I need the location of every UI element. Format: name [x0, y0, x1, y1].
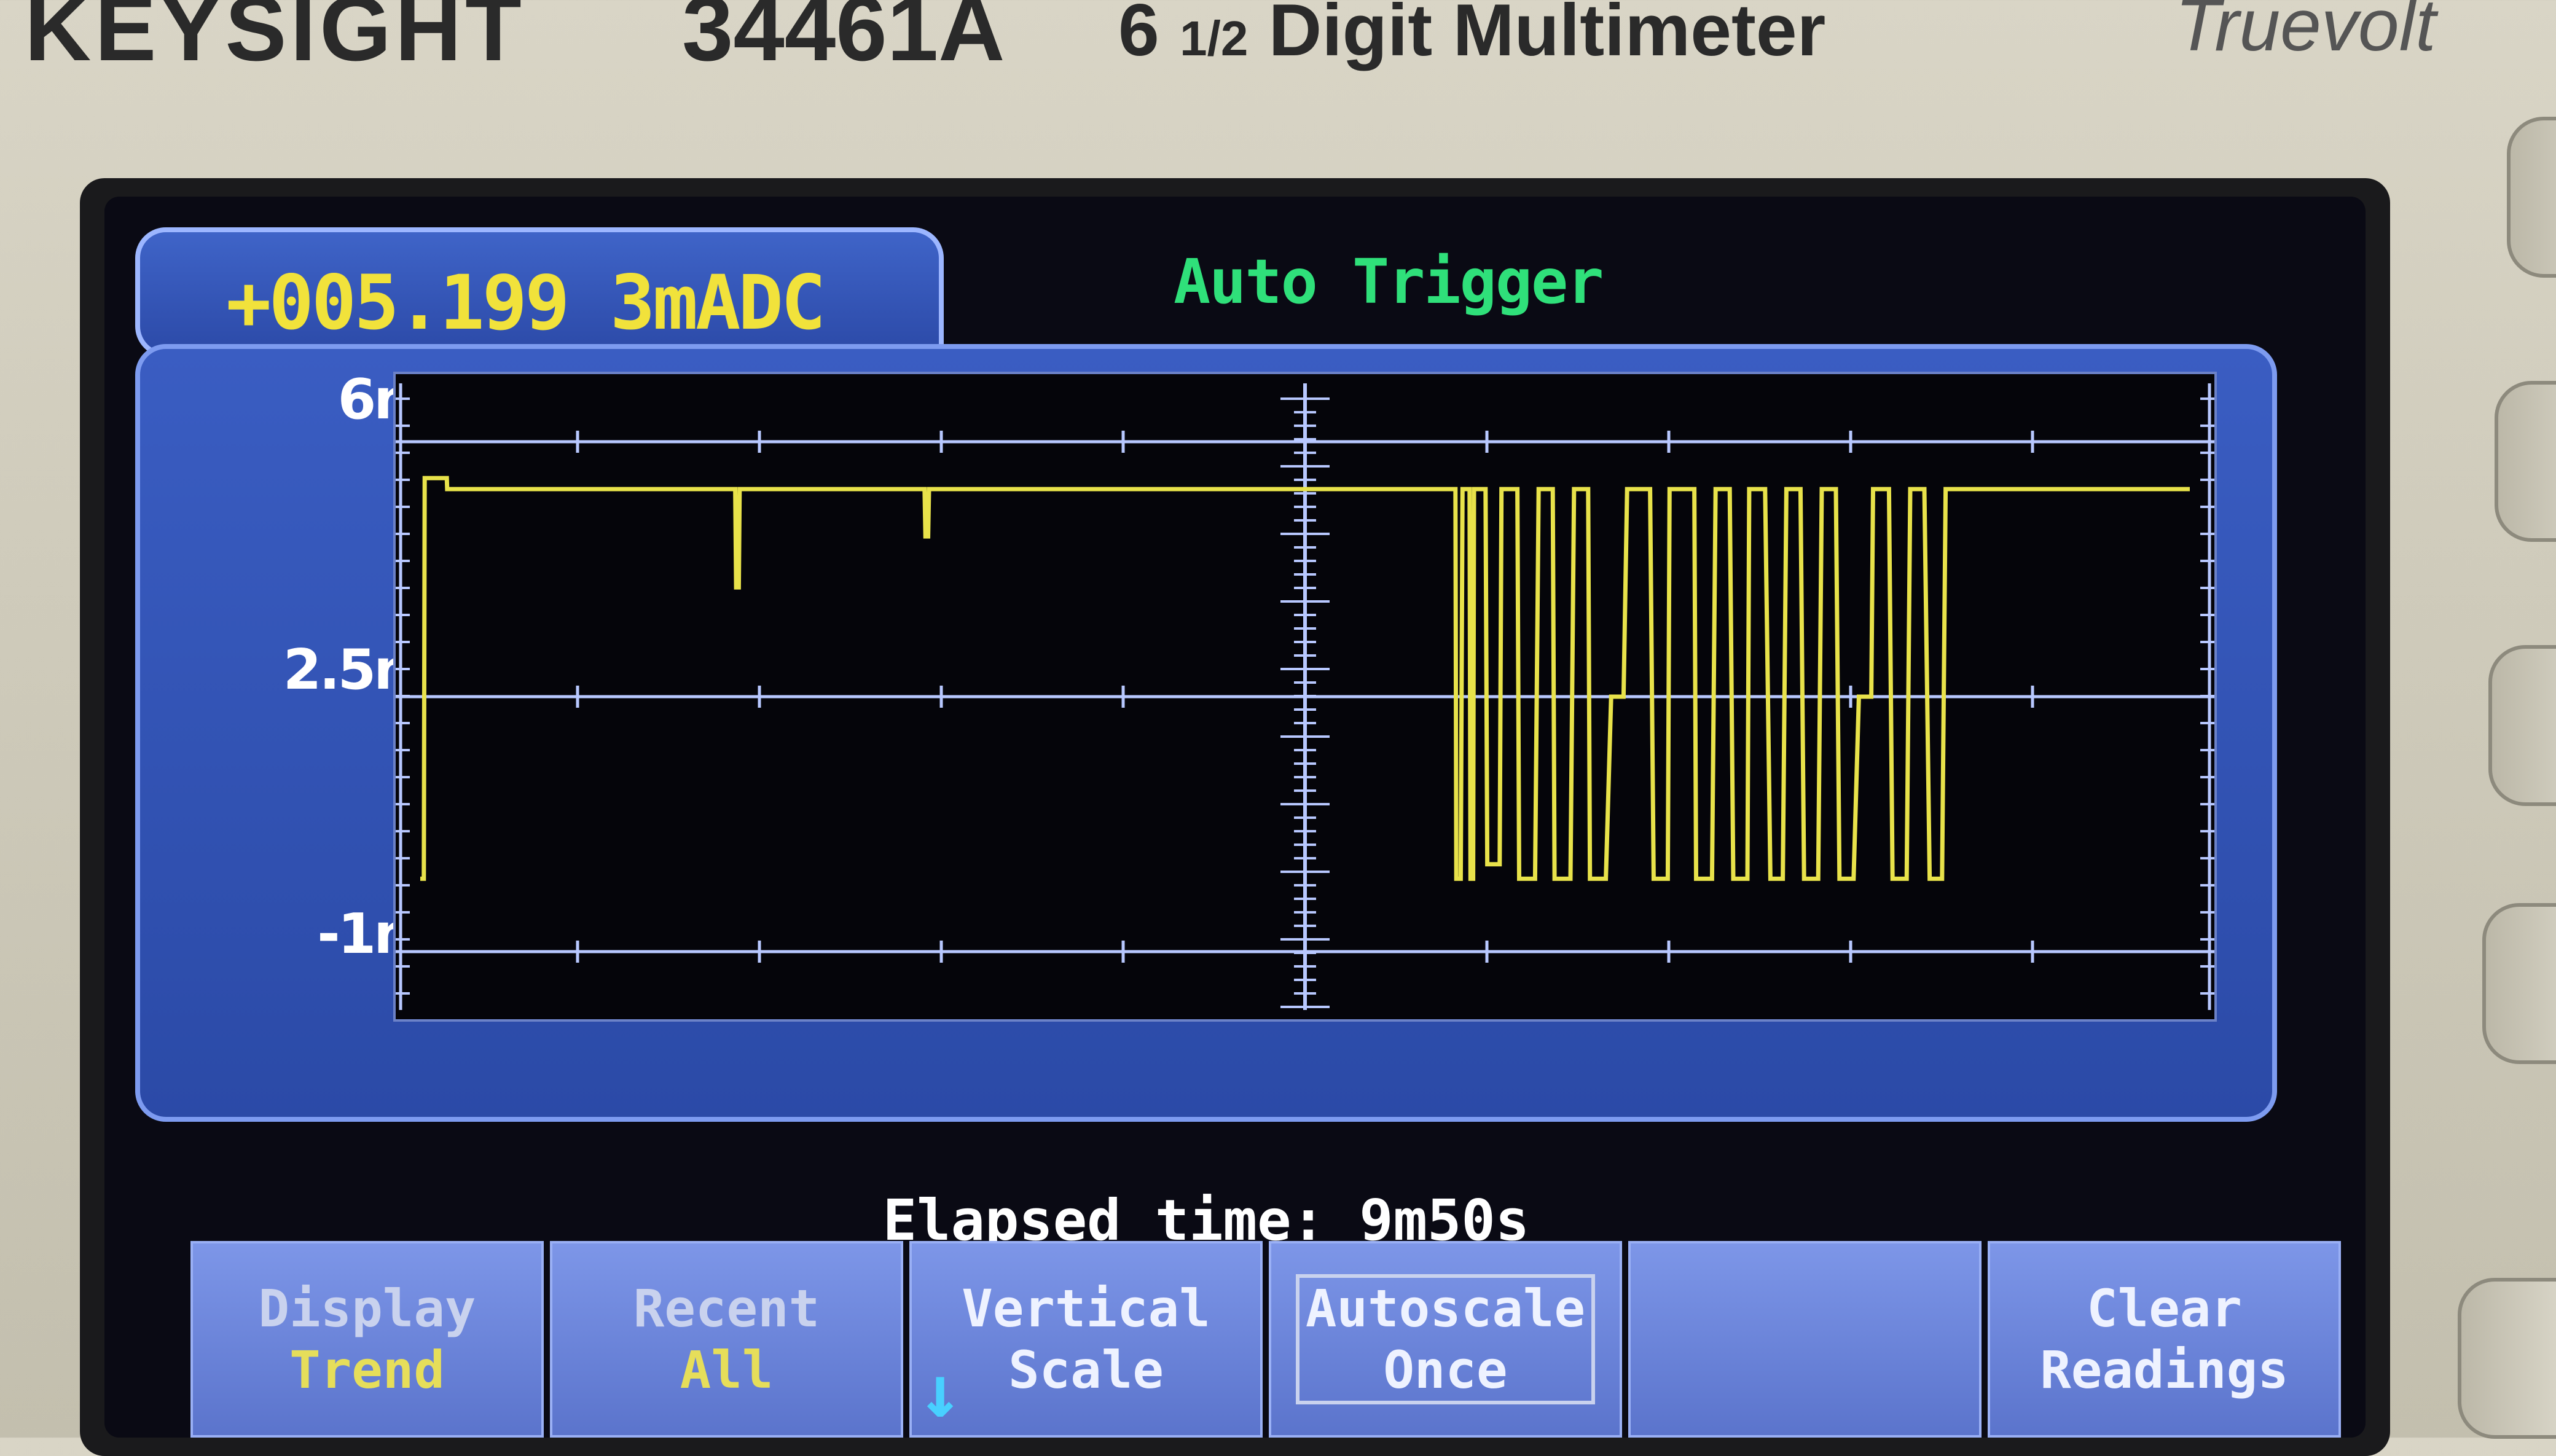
instrument-description: 6 1/2 Digit Multimeter: [1118, 0, 1825, 72]
softkey-label-line1: Autoscale: [1305, 1278, 1586, 1339]
softkey-empty[interactable]: [1628, 1241, 1982, 1438]
product-line-logo: Truevolt: [2175, 0, 2436, 66]
softkey-label-line1: Recent: [633, 1278, 820, 1339]
trend-plot-area: [393, 372, 2217, 1022]
softkey-recent-all[interactable]: Recent All: [550, 1241, 903, 1438]
measurement-readout: +005.199 3mADC: [135, 227, 944, 357]
side-hardware-button[interactable]: [2495, 381, 2556, 542]
softkey-label-line1: Display: [258, 1278, 476, 1339]
softkey-bar: Display Trend Recent All Vertical Scale …: [190, 1241, 2341, 1438]
submenu-arrow-icon: ↓: [918, 1349, 963, 1434]
softkey-label-line1: Clear: [2087, 1278, 2242, 1339]
softkey-vertical-scale[interactable]: Vertical Scale ↓: [909, 1241, 1263, 1438]
softkey-label-line2: Scale: [1008, 1340, 1164, 1400]
side-hardware-button[interactable]: [2507, 117, 2556, 278]
trigger-status: Auto Trigger: [1174, 246, 1604, 318]
model-number: 34461A: [682, 0, 1005, 80]
softkey-label-line2: Once: [1383, 1340, 1508, 1400]
softkey-label-line1: Vertical: [962, 1278, 1210, 1339]
side-hardware-button[interactable]: [2488, 645, 2556, 806]
description-text: Digit Multimeter: [1268, 0, 1826, 71]
softkey-label-line2: All: [680, 1340, 774, 1400]
softkey-label-line2: Trend: [289, 1340, 445, 1400]
brand-logo: KEYSIGHT: [25, 0, 525, 80]
softkey-display-trend[interactable]: Display Trend: [190, 1241, 544, 1438]
softkey-label-line2: Readings: [2040, 1340, 2289, 1400]
measurement-value: +005.199 3mADC: [226, 259, 826, 346]
side-hardware-button[interactable]: [2482, 903, 2556, 1064]
digits-prefix: 6: [1118, 0, 1159, 71]
side-hardware-button[interactable]: [2458, 1278, 2556, 1439]
softkey-autoscale-once[interactable]: Autoscale Once: [1269, 1241, 1622, 1438]
front-panel-label-strip: KEYSIGHT 34461A 6 1/2 Digit Multimeter T…: [0, 0, 2556, 141]
softkey-clear-readings[interactable]: Clear Readings: [1988, 1241, 2341, 1438]
lcd-screen: +005.199 3mADC Auto Trigger 6m 2.5m -1m …: [104, 197, 2366, 1438]
digits-fraction: 1/2: [1180, 11, 1249, 66]
